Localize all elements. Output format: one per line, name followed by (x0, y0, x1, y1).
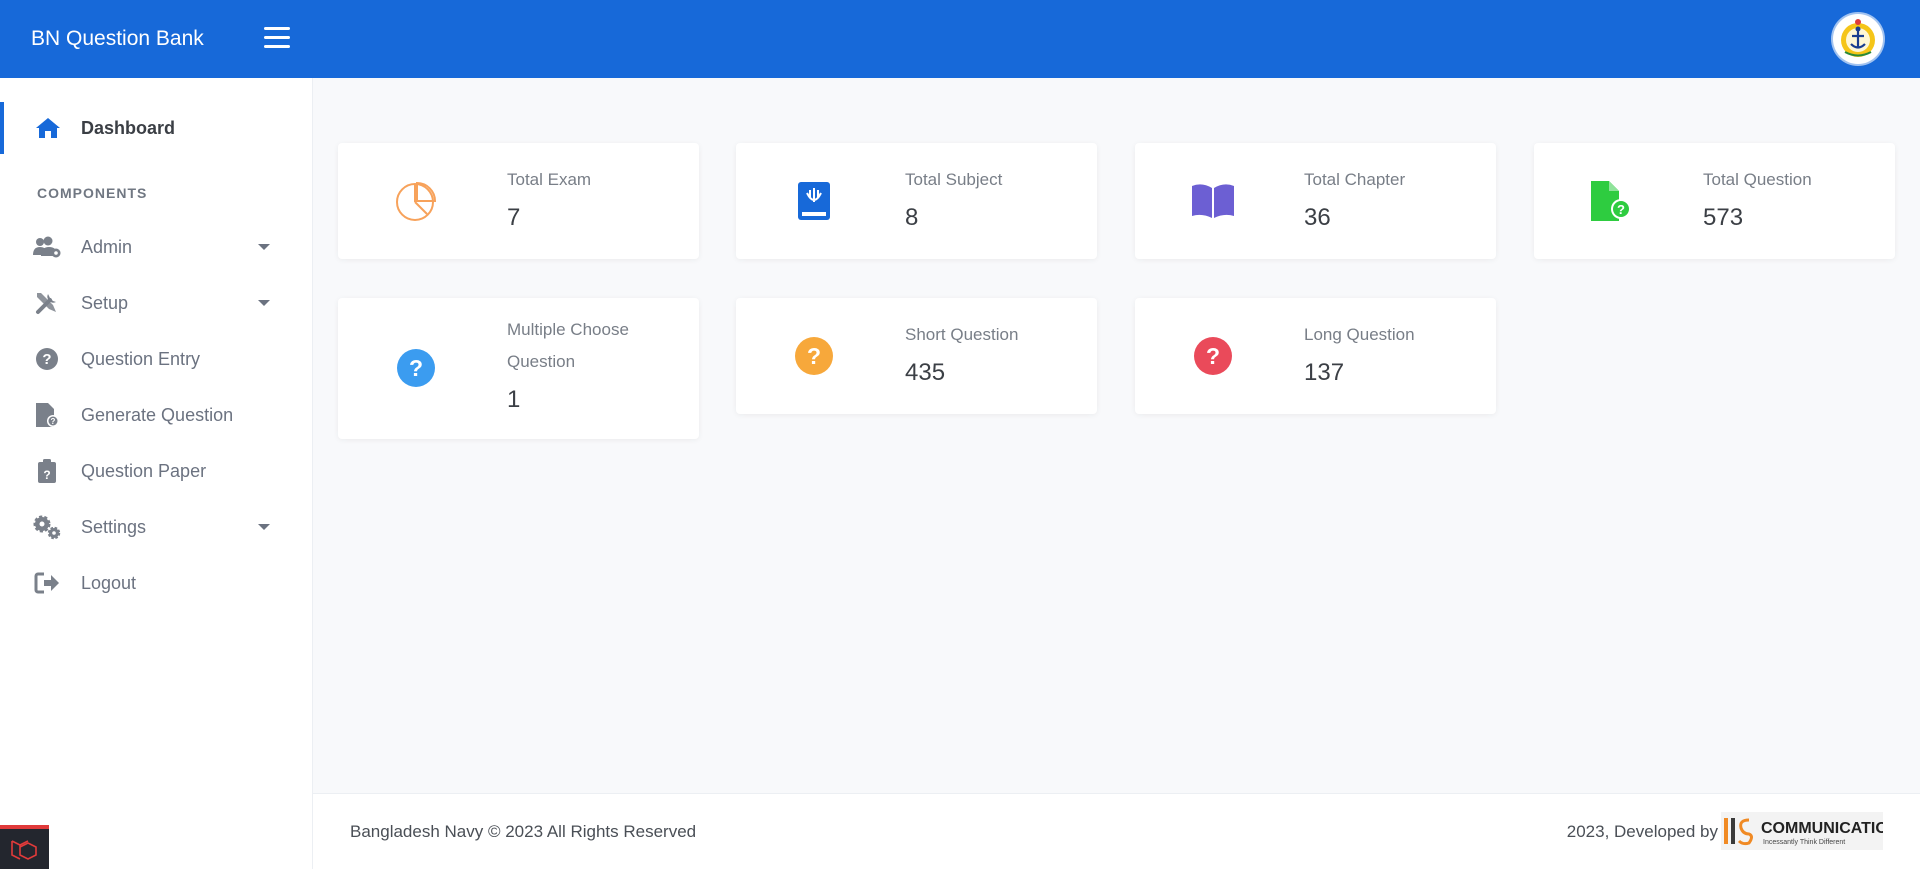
question-circle-icon: ? (791, 333, 837, 379)
sidebar-item-label: Setup (81, 292, 129, 313)
navy-emblem-icon (1835, 16, 1881, 62)
company-name: COMMUNICATIONS (1761, 820, 1883, 837)
stat-card-title: Total Chapter (1304, 170, 1406, 189)
sidebar-item-label: Question Entry (81, 348, 201, 369)
stat-card-title: Total Exam (507, 170, 592, 189)
top-navbar: BN Question Bank (0, 0, 1920, 78)
tools-icon (32, 288, 62, 318)
stat-card-total-chapter[interactable]: Total Chapter 36 (1135, 143, 1496, 259)
clipboard-question-icon: ? (32, 456, 62, 486)
stat-card-title: Total Subject (905, 170, 1003, 189)
stat-card-value: 1 (507, 386, 521, 413)
svg-text:?: ? (51, 417, 56, 426)
sidebar-item-admin[interactable]: Admin (0, 221, 313, 273)
file-question-icon: ? (32, 400, 62, 430)
sidebar-item-settings[interactable]: Settings (0, 501, 313, 553)
stat-card-total-question[interactable]: ? Total Question 573 (1534, 143, 1895, 259)
copyright-text: Bangladesh Navy © 2023 All Rights Reserv… (350, 822, 697, 841)
chevron-down-icon (258, 244, 270, 250)
avatar[interactable] (1833, 14, 1883, 64)
laravel-icon (11, 840, 37, 860)
users-cog-icon (32, 232, 62, 262)
app-title[interactable]: BN Question Bank (31, 27, 261, 51)
stat-card-value: 36 (1304, 204, 1331, 231)
logout-icon (32, 568, 62, 598)
sidebar-item-question-paper[interactable]: ? Question Paper (0, 445, 313, 497)
sidebar-item-setup[interactable]: Setup (0, 277, 313, 329)
svg-text:?: ? (409, 355, 423, 381)
sidebar-section-title: COMPONENTS (37, 185, 148, 201)
sidebar-item-dashboard[interactable]: Dashboard (0, 102, 313, 154)
svg-text:?: ? (807, 343, 821, 369)
svg-text:?: ? (43, 468, 50, 482)
sidebar-item-generate-question[interactable]: ? Generate Question (0, 389, 313, 441)
stat-card-total-subject[interactable]: Total Subject 8 (736, 143, 1097, 259)
sidebar-item-label: Dashboard (81, 117, 176, 138)
question-circle-icon: ? (1190, 333, 1236, 379)
stat-card-title: Multiple Choose Question (507, 320, 629, 371)
stat-card-value: 573 (1703, 204, 1744, 231)
stat-card-total-exam[interactable]: Total Exam 7 (338, 143, 699, 259)
developed-by-text: 2023, Developed by (1566, 822, 1718, 841)
svg-text:?: ? (42, 351, 51, 368)
home-icon (33, 113, 63, 143)
framework-badge[interactable] (0, 825, 49, 869)
stat-card-value: 7 (507, 204, 521, 231)
footer: Bangladesh Navy © 2023 All Rights Reserv… (313, 793, 1920, 869)
stat-card-short-question[interactable]: ? Short Question 435 (736, 298, 1097, 414)
stat-card-multiple-choose-question[interactable]: ? Multiple Choose Question 1 (338, 298, 699, 439)
question-circle-icon: ? (32, 344, 62, 374)
stat-card-value: 435 (905, 359, 946, 386)
sidebar-item-label: Generate Question (81, 404, 234, 425)
file-question-icon: ? (1589, 178, 1635, 224)
stat-card-title: Long Question (1304, 325, 1415, 344)
stat-card-value: 8 (905, 204, 919, 231)
stat-card-title: Short Question (905, 325, 1019, 344)
stat-card-long-question[interactable]: ? Long Question 137 (1135, 298, 1496, 414)
chevron-down-icon (258, 300, 270, 306)
chevron-down-icon (258, 524, 270, 530)
sidebar: Dashboard COMPONENTS Admin Setup ? Quest… (0, 78, 313, 869)
sidebar-item-label: Question Paper (81, 460, 207, 481)
open-book-icon (1190, 178, 1236, 224)
question-circle-icon: ? (393, 345, 439, 391)
cogs-icon (32, 512, 62, 542)
svg-text:?: ? (1617, 202, 1625, 217)
sidebar-item-question-entry[interactable]: ? Question Entry (0, 333, 313, 385)
company-tagline: Incessantly Think Different (1763, 839, 1845, 846)
pie-chart-icon (393, 178, 439, 224)
sidebar-item-label: Settings (81, 516, 147, 537)
menu-toggle-icon[interactable] (264, 27, 290, 49)
sidebar-item-label: Logout (81, 572, 137, 593)
stat-card-title: Total Question (1703, 170, 1812, 189)
sidebar-item-logout[interactable]: Logout (0, 557, 313, 609)
svg-text:?: ? (1206, 343, 1220, 369)
company-logo[interactable]: COMMUNICATIONS Incessantly Think Differe… (1721, 812, 1910, 850)
stat-card-value: 137 (1304, 359, 1345, 386)
sidebar-item-label: Admin (81, 236, 133, 257)
book-icon (791, 178, 837, 224)
